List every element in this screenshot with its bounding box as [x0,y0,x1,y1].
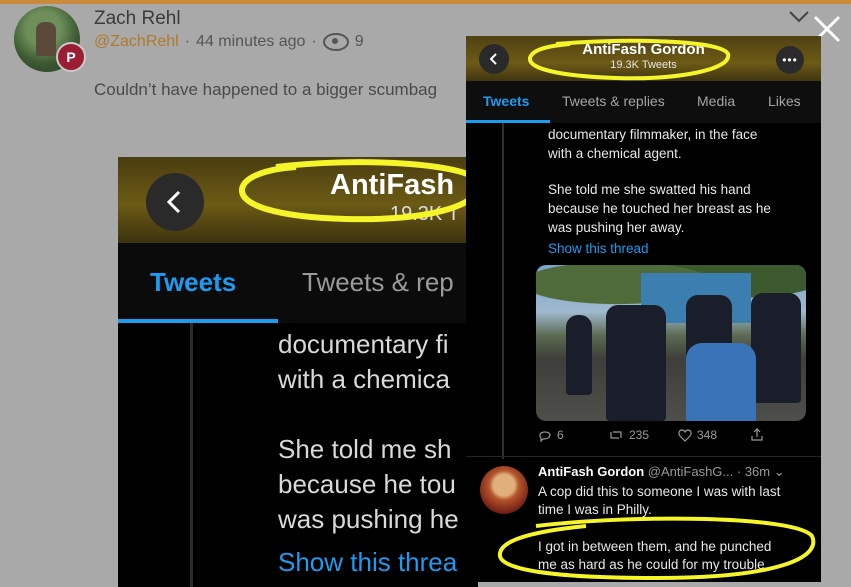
big-text-line: She told me sh [278,434,452,464]
author-name[interactable]: Zach Rehl [94,8,181,30]
tw-tab-media: Media [697,93,736,109]
share-action [750,428,764,442]
tw-body-line: was pushing her away. [548,220,685,235]
more-options-icon: ••• [776,46,804,74]
meta-separator: · [311,33,317,50]
big-text-line: because he tou [278,469,456,499]
reply-text-line: time I was in Philly. [538,502,652,517]
like-action: 348 [678,428,717,442]
tw-body-line: with a chemical agent. [548,146,682,161]
reply-header: AntiFash Gordon @AntiFashG... · 36m ⌄ [538,464,785,480]
tw-tab-likes: Likes [768,93,801,109]
tw-tab-tweets: Tweets [483,93,530,109]
reply-action: 6 [538,428,564,442]
tw-tab-replies: Tweets & replies [562,93,665,109]
eye-icon [322,33,349,51]
big-tabs: Tweets Tweets & rep [118,243,478,323]
big-account-title: AntiFash [330,169,455,201]
big-tab-tweets: Tweets [150,267,237,297]
tw-body-line: She told me she swatted his hand [548,182,751,197]
view-count: 9 [354,33,364,50]
reply-icon [539,430,551,442]
chevron-down-icon[interactable] [788,10,810,24]
big-header: AntiFash 19.3K T [118,157,478,243]
share-icon [751,428,763,441]
big-thread-line [190,323,193,587]
tw-show-thread-link: Show this thread [548,241,649,256]
reply-author-name: AntiFash Gordon [538,464,645,479]
big-tab-replies: Tweets & rep [302,267,454,297]
twitter-screenshot-image: AntiFash Gordon 19.3K Tweets ••• Tweets … [466,36,821,582]
tw-body-line: documentary filmmaker, in the face [548,127,758,142]
like-count: 348 [697,428,718,442]
author-handle[interactable]: @ZachRehl [94,33,179,51]
tw-header: AntiFash Gordon 19.3K Tweets ••• [466,36,821,81]
meta-separator: · [184,33,191,50]
reply-text-line: me as hard as he could for my trouble. [538,557,769,572]
avatar-person-figure [36,22,56,56]
retweet-action: 235 [608,428,649,442]
chevron-down-icon: ⌄ [773,464,785,479]
big-tab-underline [118,319,278,323]
reply-time: · 36m [736,464,771,479]
reply-text-line: A cop did this to someone I was with las… [538,484,781,499]
post-text: Couldn’t have happened to a bigger scumb… [94,80,438,99]
tw-account-title: AntiFash Gordon [582,41,705,58]
back-arrow-icon [146,173,204,231]
big-show-thread-link: Show this threa [278,547,458,577]
tw-tabs: Tweets Tweets & replies Media Likes [466,81,821,123]
big-text-line: was pushing he [278,504,459,534]
tw-body-line: because he touched her breast as he [548,201,771,216]
photo-officer [566,315,592,395]
post-time: 44 minutes ago [196,33,306,50]
photo-officer [606,305,666,421]
top-accent-bar [0,0,851,4]
big-tweet-count: 19.3K T [390,203,460,225]
reply-author-handle: @AntiFashG... [647,464,734,479]
parler-badge-icon: P [56,42,86,72]
big-text-line: documentary fi [278,329,449,359]
tw-tab-underline [466,120,550,123]
retweet-count: 235 [629,428,650,442]
zoomed-screenshot-image: AntiFash 19.3K T Tweets Tweets & rep doc… [118,157,478,587]
reply-count: 6 [557,428,564,442]
tw-tweet-count: 19.3K Tweets [610,59,677,71]
tw-thread-line [502,123,504,459]
heart-icon [678,428,692,442]
photo-officer [751,293,801,403]
big-text-line: with a chemica [278,364,450,394]
reply-text-line: I got in between them, and he punched [538,539,772,554]
post-meta: @ZachRehl · 44 minutes ago · 9 [94,33,364,51]
tweet-photo [536,265,806,421]
tw-divider [466,456,821,457]
reply-author-avatar [480,466,528,514]
photo-person-blue-shirt [686,343,756,421]
retweet-icon [610,431,622,439]
